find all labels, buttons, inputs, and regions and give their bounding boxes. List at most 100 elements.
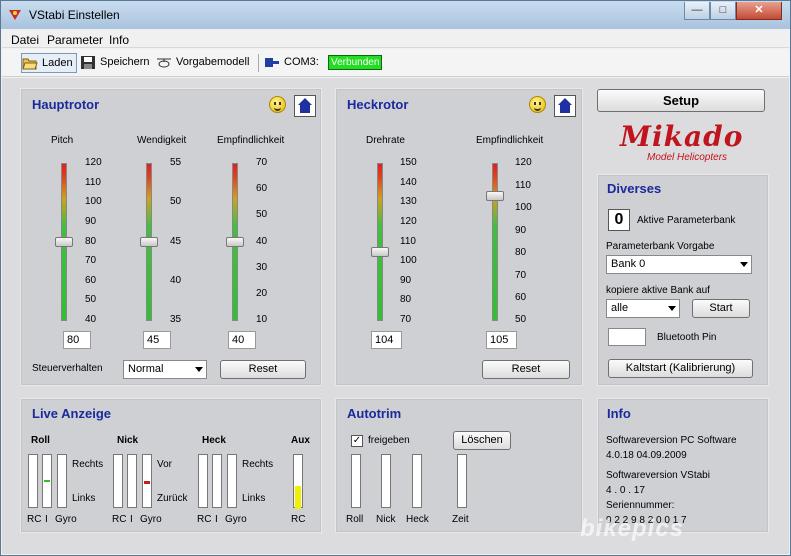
loeschen-button[interactable]: Löschen — [453, 431, 511, 450]
tick: 20 — [256, 288, 268, 299]
drehrate-value-field[interactable]: 104 — [371, 331, 402, 349]
smiley-icon — [269, 96, 286, 113]
load-button[interactable]: Laden — [21, 53, 77, 73]
nick-bottom-label: Zurück — [157, 493, 188, 504]
live-anzeige-title: Live Anzeige — [32, 406, 111, 421]
home-button[interactable] — [554, 95, 576, 117]
hauptrotor-reset-button[interactable]: Reset — [220, 360, 306, 379]
heck-i-bar — [212, 454, 222, 508]
tick: 110 — [400, 236, 416, 247]
tick: 150 — [400, 157, 417, 168]
tick: 110 — [515, 180, 531, 191]
tick: 45 — [170, 236, 182, 247]
port-label: COM3: — [284, 56, 319, 68]
pc-version-label: Softwareversion PC Software — [606, 435, 737, 446]
toolbar: Laden Speichern Vorgabemodell COM3: Verb… — [2, 49, 789, 77]
toolbar-separator — [258, 54, 259, 72]
tick: 40 — [256, 236, 268, 247]
title-bar[interactable]: VStabi Einstellen — □ ✕ — [1, 1, 790, 29]
vstabi-version-label: Softwareversion VStabi — [606, 470, 710, 481]
tick: 120 — [400, 216, 417, 227]
tick: 80 — [515, 247, 527, 258]
freigeben-checkbox[interactable]: ✓ — [351, 435, 363, 447]
live-group-roll: Roll — [31, 435, 50, 446]
client-area: Hauptrotor Pitch 120 110 100 90 80 70 60… — [2, 78, 789, 554]
heck-empfindlichkeit-slider-thumb[interactable] — [486, 191, 504, 201]
pitch-slider-thumb[interactable] — [55, 237, 73, 247]
tick: 50 — [170, 196, 182, 207]
home-button[interactable] — [294, 95, 316, 117]
kopiere-select[interactable]: alle — [606, 299, 680, 318]
port-indicator: COM3: — [264, 53, 319, 73]
tick: 80 — [400, 294, 412, 305]
slider-label-heck-empfindlichkeit: Empfindlichkeit — [476, 135, 544, 146]
menu-datei[interactable]: Datei — [11, 33, 39, 47]
bluetooth-pin-field[interactable] — [608, 328, 646, 346]
close-button[interactable]: ✕ — [736, 2, 782, 20]
heck-gyro-bar — [227, 454, 237, 508]
tick: 90 — [400, 275, 412, 286]
heckrotor-reset-button[interactable]: Reset — [482, 360, 570, 379]
tick: 10 — [256, 314, 268, 325]
wendigkeit-value-field[interactable]: 45 — [143, 331, 171, 349]
live-group-heck: Heck — [202, 435, 226, 446]
wendigkeit-slider-thumb[interactable] — [140, 237, 158, 247]
nick-top-label: Vor — [157, 459, 173, 470]
active-bank-display: 0 — [608, 209, 630, 231]
heck-empfindlichkeit-slider-track[interactable] — [492, 163, 498, 321]
chevron-down-icon — [195, 367, 203, 372]
heck-top-label: Rechts — [242, 459, 274, 470]
tick: 110 — [85, 177, 101, 188]
menu-parameter[interactable]: Parameter — [47, 33, 103, 47]
heckrotor-title: Heckrotor — [347, 97, 409, 112]
bluetooth-pin-label: Bluetooth Pin — [657, 332, 717, 343]
kaltstart-button[interactable]: Kaltstart (Kalibrierung) — [608, 359, 753, 378]
tick: 40 — [170, 275, 182, 286]
pitch-value-field[interactable]: 80 — [63, 331, 91, 349]
bikepics-watermark: bikepics — [580, 515, 685, 542]
autotrim-heck-label: Heck — [406, 514, 429, 525]
menu-bar: Datei Parameter Info — [2, 30, 789, 48]
active-bank-label: Aktive Parameterbank — [637, 215, 736, 226]
maximize-button[interactable]: □ — [710, 2, 736, 20]
window-title: VStabi Einstellen — [29, 8, 120, 22]
nick-rc-label: RC — [112, 514, 127, 525]
empfindlichkeit-value-field[interactable]: 40 — [228, 331, 256, 349]
smiley-icon — [529, 96, 546, 113]
vorgabe-value: Bank 0 — [611, 258, 646, 270]
slider-label-drehrate: Drehrate — [366, 135, 405, 146]
tick: 140 — [400, 177, 417, 188]
tick: 70 — [515, 270, 527, 281]
tick: 120 — [85, 157, 102, 168]
roll-gyro-bar — [57, 454, 67, 508]
heck-empfindlichkeit-value-field[interactable]: 105 — [486, 331, 517, 349]
aux-rc-label: RC — [291, 514, 306, 525]
preset-button[interactable]: Vorgabemodell — [156, 53, 249, 73]
drehrate-slider-thumb[interactable] — [371, 247, 389, 257]
minimize-button[interactable]: — — [684, 2, 710, 20]
setup-button[interactable]: Setup — [597, 89, 765, 112]
tick: 50 — [85, 294, 97, 305]
autotrim-zeit-label: Zeit — [452, 514, 469, 525]
diverses-title: Diverses — [607, 181, 662, 196]
steuerverhalten-value: Normal — [128, 363, 164, 375]
menu-info[interactable]: Info — [109, 33, 129, 47]
heck-gyro-label: Gyro — [225, 514, 247, 525]
vstabi-version-value: 4 . 0 . 17 — [606, 485, 645, 496]
start-button[interactable]: Start — [692, 299, 750, 318]
steuerverhalten-select[interactable]: Normal — [123, 360, 207, 379]
autotrim-zeit-bar — [457, 454, 467, 508]
kopiere-label: kopiere aktive Bank auf — [606, 285, 710, 296]
tick: 55 — [170, 157, 182, 168]
tick: 60 — [515, 292, 527, 303]
empfindlichkeit-slider-thumb[interactable] — [226, 237, 244, 247]
save-button[interactable]: Speichern — [80, 53, 150, 73]
roll-gyro-label: Gyro — [55, 514, 77, 525]
vorgabe-select[interactable]: Bank 0 — [606, 255, 752, 274]
mikado-logo: Mikado — [620, 120, 744, 153]
drehrate-slider-track[interactable] — [377, 163, 383, 321]
tick: 100 — [85, 196, 102, 207]
tick: 90 — [85, 216, 97, 227]
tick: 90 — [515, 225, 527, 236]
app-window: VStabi Einstellen — □ ✕ Datei Parameter … — [0, 0, 791, 556]
